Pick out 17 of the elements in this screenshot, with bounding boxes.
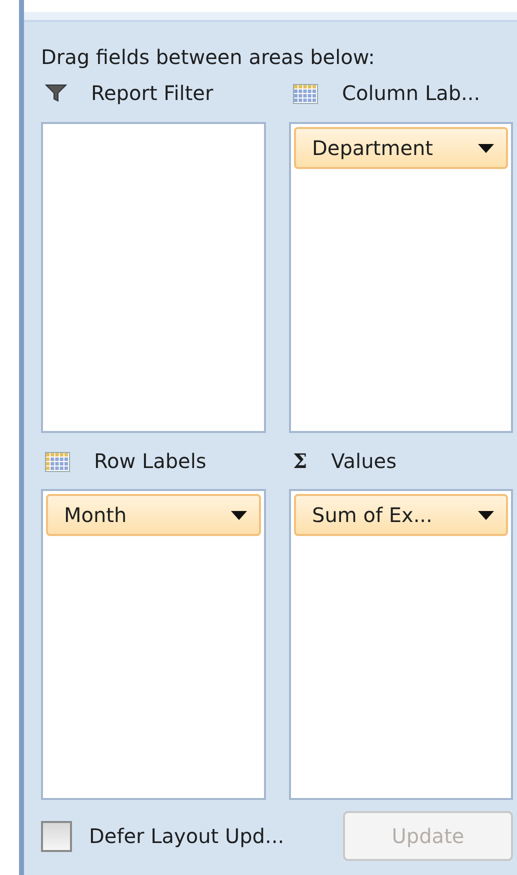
sigma-icon: Σ bbox=[293, 446, 308, 476]
filter-icon bbox=[45, 83, 67, 103]
area-label: Column Lab... bbox=[342, 80, 480, 107]
checkbox[interactable] bbox=[41, 820, 72, 852]
area-label: Row Labels bbox=[94, 448, 206, 475]
caret-icon bbox=[231, 510, 247, 520]
field-button[interactable]: Sum of Ex... bbox=[294, 494, 508, 536]
field-button[interactable]: Department bbox=[294, 127, 508, 169]
area-label: Report Filter bbox=[91, 80, 214, 107]
table-icon bbox=[293, 82, 318, 104]
checkbox-label: Defer Layout Upd... bbox=[89, 823, 284, 850]
area-label: Values bbox=[331, 448, 396, 475]
field-button[interactable]: Month bbox=[46, 494, 261, 536]
instruction-text: Drag fields between areas below: bbox=[41, 44, 376, 71]
caret-icon bbox=[478, 144, 494, 152]
caret-icon bbox=[478, 510, 494, 520]
table-icon bbox=[45, 450, 70, 472]
